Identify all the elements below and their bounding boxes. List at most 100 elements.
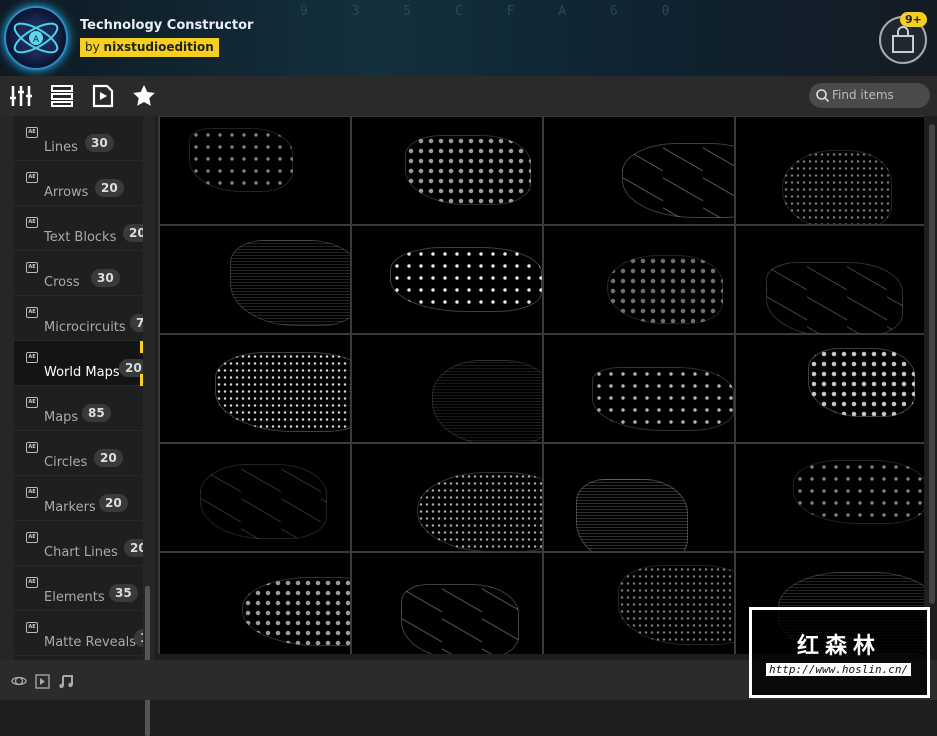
sidebar-item-label: Arrows [44, 185, 89, 200]
sidebar-item-elements[interactable]: AE Elements 35 [14, 566, 143, 611]
sidebar-item-markers[interactable]: AE Markers 20 [14, 476, 143, 521]
watermark-text: 红森林 [797, 634, 882, 659]
map-preview [808, 347, 915, 418]
map-thumbnail[interactable] [544, 553, 734, 654]
cart-badge: 9+ [900, 12, 927, 27]
video-file-icon[interactable] [91, 84, 115, 108]
map-thumbnail[interactable] [160, 117, 350, 224]
sidebar-item-chart-lines[interactable]: AE Chart Lines 20 [14, 521, 143, 566]
star-icon[interactable] [132, 84, 156, 108]
map-preview [618, 564, 734, 646]
search-icon [816, 89, 829, 102]
ae-file-icon: AE [26, 442, 38, 453]
sidebar-item-label: Elements [44, 590, 105, 605]
map-preview [431, 359, 542, 442]
sidebar-item-label: Cross [44, 275, 80, 290]
grid-scrollbar[interactable] [929, 124, 935, 604]
list-icon[interactable] [50, 84, 74, 108]
map-preview [241, 576, 350, 647]
item-count-badge: 85 [82, 404, 111, 422]
ae-file-icon: AE [26, 577, 38, 588]
map-preview [405, 135, 531, 205]
map-preview [401, 584, 520, 654]
watermark-url: http://www.hoslin.cn/ [766, 663, 912, 676]
app-title: Technology Constructor [80, 18, 254, 33]
map-thumbnail[interactable] [352, 444, 542, 551]
map-preview [416, 471, 542, 551]
watermark: 红森林 http://www.hoslin.cn/ [749, 607, 930, 698]
map-preview [606, 254, 723, 325]
map-preview [390, 247, 542, 312]
search-placeholder: Find items [832, 88, 894, 102]
map-thumbnail[interactable] [352, 226, 542, 333]
ae-file-icon: AE [26, 487, 38, 498]
sidebar-item-label: Circles [44, 455, 88, 470]
sidebar-item-label: Markers [44, 500, 96, 515]
map-thumbnail[interactable] [352, 117, 542, 224]
sidebar-item-cross[interactable]: AE Cross 30 [14, 251, 143, 296]
item-count-badge: 35 [109, 584, 138, 602]
sidebar-item-text-blocks[interactable]: AE Text Blocks 20 [14, 206, 143, 251]
sidebar-item-label: Chart Lines [44, 545, 118, 560]
map-thumbnail[interactable] [544, 226, 734, 333]
3d-orbit-icon[interactable] [11, 673, 27, 689]
map-preview [766, 262, 904, 333]
map-preview [591, 367, 734, 432]
sidebar-item-circles[interactable]: AE Circles 20 [14, 431, 143, 476]
map-thumbnail[interactable] [736, 335, 924, 442]
search-input[interactable]: Find items [809, 83, 930, 108]
map-thumbnail[interactable] [544, 117, 734, 224]
sidebar-item-label: Maps [44, 410, 79, 425]
map-thumbnail[interactable] [160, 226, 350, 333]
map-preview [199, 464, 328, 540]
ae-file-icon: AE [26, 262, 38, 273]
author-name: nixstudioedition [103, 40, 214, 54]
app-logo: A [4, 6, 68, 70]
sidebar-item-label: Microcircuits [44, 320, 126, 335]
map-thumbnail[interactable] [736, 444, 924, 551]
app-header: 9 3 5 C F A 6 0 A Technology Constructor… [0, 0, 937, 76]
ae-file-icon: AE [26, 217, 38, 228]
map-thumbnail[interactable] [160, 553, 350, 654]
map-thumbnail[interactable] [352, 553, 542, 654]
header-bg-digits: 9 3 5 C F A 6 0 [300, 4, 688, 19]
map-thumbnail[interactable] [736, 117, 924, 224]
sidebar-item-world-maps[interactable]: AE World Maps 20 [14, 341, 143, 386]
toolbar [0, 76, 937, 116]
map-thumbnail[interactable] [544, 335, 734, 442]
map-thumbnail[interactable] [544, 444, 734, 551]
map-thumbnail[interactable] [160, 444, 350, 551]
ae-file-icon: AE [26, 532, 38, 543]
item-count-badge: 20 [124, 539, 143, 557]
sliders-icon[interactable] [9, 84, 33, 108]
ae-file-icon: AE [26, 127, 38, 138]
music-icon[interactable] [58, 673, 74, 689]
sidebar-item-label: World Maps [44, 365, 120, 380]
ae-file-icon: AE [26, 397, 38, 408]
item-count-badge: 20 [94, 449, 123, 467]
map-preview [781, 150, 892, 224]
category-sidebar: AE Lines 30 AE Arrows 20 AE Text Blocks 20 AE Cros… [0, 116, 155, 736]
items-grid [158, 116, 924, 654]
map-preview [230, 239, 350, 326]
map-thumbnail[interactable] [736, 226, 924, 333]
sidebar-item-maps[interactable]: AE Maps 85 [14, 386, 143, 431]
map-thumbnail[interactable] [352, 335, 542, 442]
map-preview [576, 479, 689, 551]
sidebar-item-arrows[interactable]: AE Arrows 20 [14, 161, 143, 206]
item-count-badge: 30 [91, 269, 120, 287]
item-count-badge: 30 [85, 134, 114, 152]
item-count-badge: 70 [130, 314, 143, 332]
sidebar-item-matte-reveals[interactable]: AEMatte Reveals1 [14, 611, 143, 656]
map-preview [621, 142, 734, 218]
ae-file-icon: AE [26, 622, 38, 633]
author-badge[interactable]: by nixstudioedition [80, 38, 219, 57]
sidebar-item-label: Text Blocks [44, 230, 117, 245]
video-icon[interactable] [35, 674, 50, 689]
sidebar-item-lines[interactable]: AE Lines 30 [14, 116, 143, 161]
map-preview [188, 127, 293, 192]
map-thumbnail[interactable] [160, 335, 350, 442]
item-count-badge: 20 [95, 179, 124, 197]
sidebar-item-microcircuits[interactable]: AE Microcircuits 70 [14, 296, 143, 341]
map-preview [793, 460, 924, 525]
